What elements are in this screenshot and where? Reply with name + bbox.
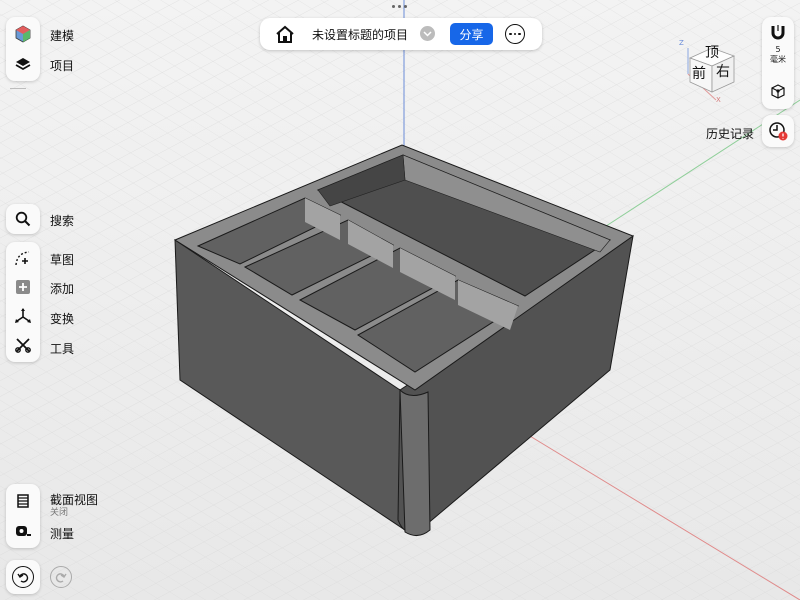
snap-unit: 毫米 (770, 55, 786, 64)
tools-label: 工具 (50, 342, 75, 356)
measure-button[interactable] (6, 517, 40, 545)
view-cube-top[interactable]: 顶 (705, 42, 719, 62)
add-icon (16, 280, 30, 294)
section-view-icon (17, 494, 29, 508)
measure-label: 测量 (50, 527, 75, 541)
title-dropdown-button[interactable] (420, 26, 435, 41)
modeling-label: 建模 (50, 29, 75, 43)
undo-redo-toolbar (6, 560, 40, 594)
history-label: 历史记录 (706, 127, 755, 141)
sketch-icon (15, 251, 30, 266)
view-cube-right[interactable]: 右 (716, 61, 730, 81)
search-button[interactable] (6, 204, 40, 234)
tools-button[interactable] (6, 331, 40, 359)
magnet-snap-button[interactable] (768, 23, 788, 43)
view-cube-axis-z: Z (679, 39, 684, 47)
modeling-button[interactable] (6, 20, 40, 48)
snap-toolbar: 5 毫米 (762, 17, 794, 109)
view-cube-front[interactable]: 前 (692, 63, 706, 83)
sketch-label: 草图 (50, 253, 75, 267)
sketch-button[interactable] (6, 244, 40, 272)
project-title[interactable]: 未设置标题的项目 (312, 26, 408, 43)
project-label: 项目 (50, 59, 75, 73)
add-button[interactable] (6, 273, 40, 301)
grid-snap-button[interactable] (769, 83, 787, 101)
search-icon (15, 211, 31, 227)
project-button[interactable] (6, 50, 40, 78)
inspect-toolbar (6, 484, 40, 548)
home-button[interactable] (274, 24, 296, 44)
cube-outline-icon (771, 84, 785, 99)
history-button[interactable] (762, 115, 794, 147)
redo-icon (55, 573, 67, 583)
search-icon-wrap (6, 205, 40, 233)
view-cube-axis-x: X (716, 96, 721, 104)
redo-button[interactable] (50, 566, 72, 588)
magnet-icon (771, 25, 785, 40)
snap-value: 5 (775, 45, 781, 54)
layers-icon (15, 58, 31, 71)
tools-toolbar (6, 242, 40, 362)
transform-label: 变换 (50, 312, 75, 326)
view-cube[interactable]: 顶 前 右 Z X (676, 36, 742, 108)
undo-button[interactable] (12, 566, 34, 588)
search-label: 搜索 (50, 214, 75, 228)
more-icon (509, 32, 521, 36)
snap-distance-button[interactable]: 5 毫米 (762, 45, 794, 75)
transform-icon (15, 308, 31, 323)
transform-button[interactable] (6, 302, 40, 330)
divider (10, 88, 26, 89)
top-drag-handle[interactable] (392, 5, 408, 9)
project-title-bar: 未设置标题的项目 分享 (260, 18, 542, 50)
home-icon (276, 25, 294, 43)
chevron-down-icon (423, 30, 432, 37)
model-cube-icon (15, 25, 31, 43)
workspace-toolbar (6, 17, 40, 81)
share-button[interactable]: 分享 (450, 23, 493, 45)
more-button[interactable] (505, 24, 525, 44)
tools-icon (15, 338, 31, 353)
section-view-button[interactable] (6, 487, 40, 515)
undo-icon (17, 573, 29, 583)
tape-measure-icon (16, 526, 31, 536)
add-label: 添加 (50, 282, 75, 296)
history-clock-icon (769, 122, 788, 141)
section-view-status: 关闭 (50, 508, 69, 518)
